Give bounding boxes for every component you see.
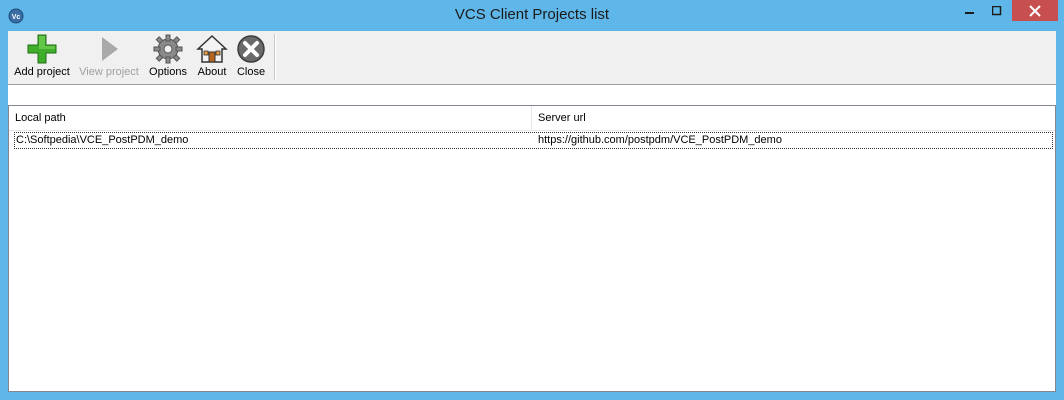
toolbar-separator — [274, 34, 276, 80]
close-window-button[interactable] — [1012, 0, 1058, 21]
column-header-local-path[interactable]: Local path — [9, 106, 532, 130]
minimize-button[interactable] — [957, 0, 983, 22]
add-project-label: Add project — [14, 66, 70, 78]
options-label: Options — [149, 66, 187, 78]
play-arrow-icon — [102, 37, 118, 61]
window-title: VCS Client Projects list — [454, 6, 610, 23]
gear-icon — [153, 34, 183, 64]
client-area: Add project View project Options About C… — [8, 31, 1056, 392]
minimize-icon — [965, 12, 974, 14]
path-input-bar[interactable] — [8, 84, 1056, 105]
toolbar: Add project View project Options About C… — [8, 31, 1056, 84]
title-bar[interactable]: Vc VCS Client Projects list — [0, 0, 1064, 31]
house-icon — [196, 34, 228, 63]
close-button[interactable]: Close — [235, 33, 267, 83]
close-icon — [1029, 4, 1041, 17]
maximize-button[interactable] — [984, 0, 1010, 22]
local-path-cell: C:\Softpedia\VCE_PostPDM_demo — [16, 134, 189, 146]
projects-table[interactable]: Local path Server url C:\Softpedia\VCE_P… — [8, 105, 1056, 392]
about-label: About — [197, 66, 227, 78]
about-button[interactable]: About — [195, 33, 229, 83]
view-project-button[interactable]: View project — [78, 33, 140, 83]
table-header: Local path Server url — [9, 106, 1055, 131]
add-project-button[interactable]: Add project — [12, 33, 72, 83]
plus-icon — [27, 34, 57, 64]
server-url-cell: https://github.com/postpdm/VCE_PostPDM_d… — [538, 134, 782, 146]
close-circle-icon — [237, 35, 265, 63]
view-project-label: View project — [79, 66, 139, 78]
close-label: Close — [236, 66, 266, 78]
app-window: Vc VCS Client Projects list Add project — [0, 0, 1064, 400]
table-row[interactable]: C:\Softpedia\VCE_PostPDM_demo https://gi… — [14, 132, 1053, 149]
options-button[interactable]: Options — [148, 33, 188, 83]
column-header-server-url[interactable]: Server url — [532, 106, 1055, 130]
maximize-icon — [992, 6, 1002, 16]
